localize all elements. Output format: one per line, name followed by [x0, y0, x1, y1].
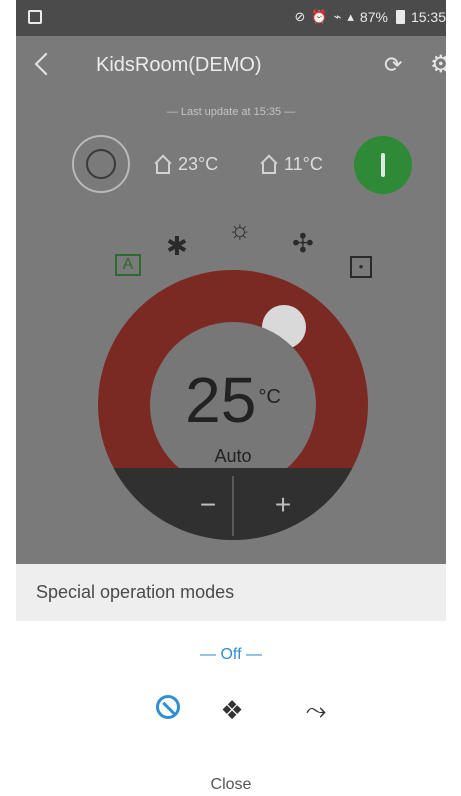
thermostat-panel: KidsRoom(DEMO) ⟳ ⚙ — Last update at 15:3…	[16, 36, 446, 564]
refresh-icon[interactable]: ⟳	[384, 52, 402, 78]
battery-icon	[395, 10, 405, 24]
app-bar: KidsRoom(DEMO) ⟳ ⚙	[16, 36, 446, 96]
gear-icon[interactable]: ⚙	[430, 50, 446, 79]
room-title: KidsRoom(DEMO)	[96, 54, 262, 76]
house-icon	[156, 156, 172, 174]
back-icon[interactable]	[34, 52, 58, 76]
dry-mode-icon[interactable]: •	[350, 256, 372, 278]
sheet-title: Special operation modes	[16, 564, 446, 621]
indoor-temp-value: 23°C	[178, 154, 219, 174]
wifi-icon: ⌁	[333, 9, 342, 24]
power-button[interactable]	[72, 135, 130, 193]
power-icon	[86, 149, 116, 179]
outdoor-icon	[262, 156, 278, 174]
status-bar: ⊘ ⏰ ⌁ ▴ 87% 15:35	[16, 0, 446, 36]
indoor-temperature: 23°C	[156, 154, 218, 175]
status-right: ⊘ ⏰ ⌁ ▴ 87% 15:35	[294, 9, 446, 25]
dial-divider	[232, 476, 234, 536]
alarm-icon: ⏰	[311, 9, 328, 24]
close-button[interactable]: Close	[16, 776, 446, 794]
off-icon	[156, 695, 180, 719]
clock: 15:35	[410, 9, 446, 25]
temperature-readout: 25 °C	[98, 368, 368, 432]
temperature-value: 25	[185, 364, 257, 436]
fan-mode-icon[interactable]: ✣	[292, 230, 314, 256]
powerful-icon: ⤳	[305, 695, 327, 725]
temperature-unit: °C	[258, 386, 281, 408]
last-update-text: — Last update at 15:35 —	[166, 106, 296, 118]
temperature-dial[interactable]: 25 °C Auto − +	[98, 270, 368, 540]
increase-button[interactable]: +	[268, 490, 298, 520]
mute-icon: ⊘	[294, 9, 306, 24]
powerful-mode-button[interactable]: ⤳	[298, 692, 334, 728]
image-icon	[28, 10, 42, 24]
special-modes-sheet: Special operation modes — Off — ❖ ⤳ Clos…	[16, 564, 446, 796]
off-mode-button[interactable]	[150, 692, 186, 728]
outdoor-temp-value: 11°C	[284, 154, 323, 174]
app-screen: ⊘ ⏰ ⌁ ▴ 87% 15:35 KidsRoom(DEMO) ⟳ ⚙ — L…	[16, 0, 446, 796]
outdoor-temperature: 11°C	[262, 154, 323, 175]
eco-icon: ❖	[220, 695, 244, 725]
cool-mode-icon[interactable]: ✱	[166, 233, 188, 259]
auto-mode-icon[interactable]: A	[115, 254, 141, 276]
on-off-toggle[interactable]	[354, 136, 412, 194]
mode-label: Auto	[214, 446, 252, 466]
special-mode-state: — Off —	[200, 646, 262, 663]
heat-mode-icon[interactable]: ☼	[228, 216, 252, 242]
battery-percent: 87%	[359, 9, 388, 25]
signal-icon: ▴	[347, 9, 354, 24]
decrease-button[interactable]: −	[193, 490, 223, 520]
eco-mode-button[interactable]: ❖	[214, 692, 250, 728]
